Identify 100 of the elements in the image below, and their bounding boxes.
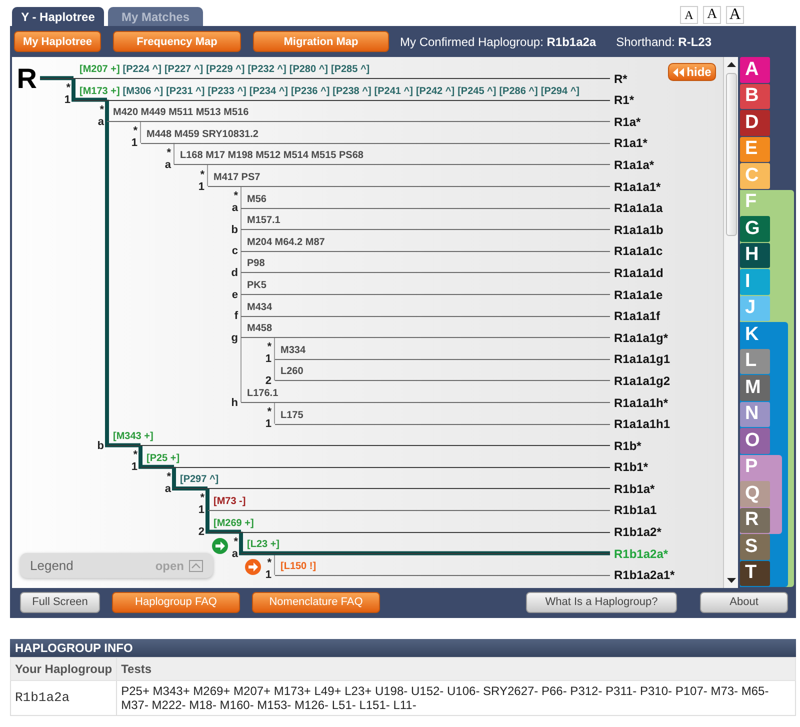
snp-list: M420 M449 M511 M513 M516 [113, 107, 249, 118]
snp-marker: [P245 ^] [458, 86, 496, 97]
haplogroup-tab[interactable]: G [740, 216, 770, 242]
snp-marker: [P286 ^] [499, 86, 538, 97]
snp-marker: [P231 ^] [166, 86, 205, 97]
scrollbar[interactable] [723, 57, 738, 588]
snp-marker: [P285 ^] [331, 64, 370, 76]
haplogroup-label[interactable]: R1a1a1d [614, 266, 664, 279]
branch-letter: a [232, 548, 238, 560]
table-cell: P25+ M343+ M269+ M207+ M173+ L49+ L23+ U198- U152- U106- SRY2627- P66- P312- P311- P310- P107- M73- M65- M37- M222- M18- M160- M153- M126- L51- L151- L11- [116, 680, 796, 716]
snp-list: M417 PS7 [214, 172, 260, 184]
snp-list: M157.1 [247, 215, 280, 226]
snp-marker: [P227 ^] [164, 64, 204, 76]
haplogroup-label[interactable]: R1a1a1a [614, 202, 663, 214]
haplogroup-tab[interactable]: H [740, 242, 770, 268]
bottom-bar-button[interactable]: About [700, 592, 788, 612]
snp-marker: [P242 ^] [416, 86, 455, 97]
haplogroup-tab[interactable]: M [740, 375, 770, 400]
snp-list: L260 [280, 366, 304, 378]
snp-list: M334 [280, 344, 306, 356]
bottom-bar-button[interactable]: What Is a Haplogroup? [526, 592, 677, 612]
haplogroup-label[interactable]: R1a1a1h1 [614, 418, 670, 430]
snp-list: M204 M64.2 M87 [247, 236, 325, 248]
branch-letter: f [234, 310, 238, 322]
haplogroup-label[interactable]: R1b1a2* [614, 526, 662, 538]
haplogroup-label[interactable]: R1a1a1g1 [614, 353, 670, 366]
legend-title: Legend [30, 558, 74, 573]
root-letter: R [16, 66, 37, 91]
snp-list: M458 [247, 323, 272, 334]
haplogroup-tab[interactable]: A [740, 57, 770, 82]
haplogroup-label[interactable]: R1a1a1g* [614, 332, 668, 344]
snp-marker: [P241 ^] [374, 86, 413, 97]
branch-letter: a [98, 116, 104, 128]
branch-letter: 1 [198, 504, 204, 516]
scroll-down-icon [726, 578, 736, 583]
haplogroup-label[interactable]: R1b1a1 [614, 504, 657, 516]
haplogroup-tab[interactable]: S [740, 534, 770, 560]
scroll-up-icon [726, 62, 736, 67]
star-mark: * [166, 472, 171, 482]
haplogroup-tab[interactable]: B [740, 84, 770, 109]
haplogroup-label[interactable]: R1a1a1h* [614, 396, 668, 408]
snp-list: M448 M459 SRY10831.2 [146, 128, 258, 140]
branch-letter: e [232, 288, 238, 301]
star-mark: * [267, 408, 272, 418]
branch-letter: g [231, 332, 238, 344]
rewind-icon [672, 68, 684, 76]
haplogroup-label[interactable]: R1b* [614, 440, 642, 452]
haplogroup-label[interactable]: R1a1* [614, 137, 648, 150]
haplogroup-label[interactable]: R1b1a* [614, 482, 655, 495]
haplogroup-label[interactable]: R1a1a1f [614, 310, 660, 322]
section-header: HAPLOGROUP INFO [10, 639, 796, 657]
snp-marker: [M343 +] [113, 431, 154, 442]
branch-letter: d [231, 266, 238, 279]
snp-marker: [M73 -] [214, 496, 246, 507]
haplogroup-label[interactable]: R1b1a2a1* [614, 569, 675, 582]
branch-letter: c [232, 245, 238, 258]
haplogroup-label[interactable]: R1a1a1g2 [614, 374, 670, 387]
snp-marker: [L150 !] [280, 560, 316, 572]
star-mark: * [133, 127, 138, 136]
font-size-button[interactable]: A [680, 6, 698, 24]
snp-marker: [M269 +] [214, 518, 254, 529]
snp-marker: [P238 ^] [332, 86, 372, 97]
snp-marker: [P224 ^] [122, 64, 162, 76]
snp-list: L168 M17 M198 M512 M514 M515 PS68 [180, 150, 364, 162]
snp-marker: [P232 ^] [248, 64, 286, 76]
haplogroup-label[interactable]: R1* [614, 94, 634, 106]
star-mark: * [200, 170, 204, 180]
branch-letter: a [164, 482, 171, 495]
branch-letter: 1 [265, 569, 272, 582]
branch-letter: 1 [131, 461, 138, 474]
confirmed-haplogroup-text: My Confirmed Haplogroup: R1b1a2a [400, 34, 596, 48]
haplogroup-label[interactable]: R1a1a1b [614, 224, 664, 236]
star-mark: * [234, 192, 238, 202]
snp-marker: [M306 ^] [122, 86, 164, 97]
font-size-button[interactable]: A [703, 6, 721, 24]
haplogroup-tab[interactable]: T [740, 560, 770, 586]
font-size-button[interactable]: A [726, 6, 744, 24]
haplogroup-tab[interactable]: O [740, 428, 770, 454]
snp-list: P98 [247, 258, 265, 270]
branch-letter: h [231, 396, 238, 408]
haplogroup-label[interactable]: R1a1a1c [614, 245, 663, 258]
branch-letter: b [231, 224, 238, 236]
branch-letter: a [232, 202, 238, 214]
haplogroup-label[interactable]: R1a1a1e [614, 288, 663, 301]
haplogroup-tab[interactable]: D [740, 110, 770, 136]
haplogroup-label[interactable]: R1b1* [614, 461, 648, 474]
scroll-thumb[interactable] [726, 73, 736, 236]
bottom-bar-button[interactable]: Full Screen [20, 592, 100, 612]
branch-letter: a [164, 158, 171, 171]
snp-marker: [P236 ^] [291, 86, 330, 97]
haplogroup-tab[interactable]: R [740, 508, 770, 533]
snp-marker: [M207 +] [80, 64, 120, 76]
tab[interactable]: Y - Haplotree [12, 7, 104, 26]
haplogroup-label[interactable]: R1a1a1* [614, 180, 661, 193]
table-cell: R1b1a2a [10, 680, 117, 716]
haplogroup-label[interactable]: R* [614, 72, 628, 85]
haplogroup-label[interactable]: R1a* [614, 116, 641, 128]
haplogroup-label[interactable]: R1a1a* [614, 158, 654, 171]
branch-letter: 1 [265, 418, 272, 430]
snp-list: M434 [247, 302, 272, 313]
